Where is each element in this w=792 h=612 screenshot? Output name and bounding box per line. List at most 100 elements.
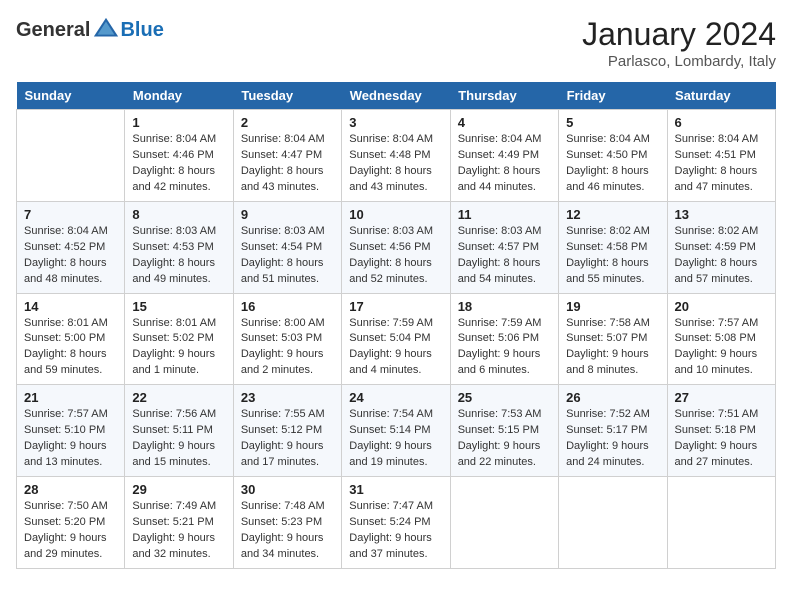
logo-blue: Blue xyxy=(120,19,163,41)
calendar-cell xyxy=(667,477,775,569)
calendar-cell: 4 Sunrise: 8:04 AMSunset: 4:49 PMDaylight… xyxy=(450,110,558,202)
day-detail: Sunrise: 8:04 AMSunset: 4:50 PMDaylight:… xyxy=(566,132,659,196)
day-detail: Sunrise: 7:55 AMSunset: 5:12 PMDaylight:… xyxy=(241,407,334,471)
day-number: 5 xyxy=(566,115,659,130)
calendar-cell: 8 Sunrise: 8:03 AMSunset: 4:53 PMDaylight… xyxy=(125,201,233,293)
calendar-cell: 17 Sunrise: 7:59 AMSunset: 5:04 PMDayligh… xyxy=(342,293,450,385)
logo-icon xyxy=(92,16,120,44)
day-detail: Sunrise: 8:04 AMSunset: 4:48 PMDaylight:… xyxy=(349,132,442,196)
logo: General Blue xyxy=(16,16,164,44)
main-title: January 2024 xyxy=(582,16,776,53)
day-number: 30 xyxy=(241,482,334,497)
calendar-cell: 6 Sunrise: 8:04 AMSunset: 4:51 PMDaylight… xyxy=(667,110,775,202)
day-number: 10 xyxy=(349,207,442,222)
day-number: 4 xyxy=(458,115,551,130)
calendar-cell: 23Sunrise: 7:55 AMSunset: 5:12 PMDayligh… xyxy=(233,385,341,477)
week-row-2: 7 Sunrise: 8:04 AMSunset: 4:52 PMDaylight… xyxy=(17,201,776,293)
day-number: 9 xyxy=(241,207,334,222)
day-detail: Sunrise: 7:56 AMSunset: 5:11 PMDaylight:… xyxy=(132,407,225,471)
calendar-cell: 3 Sunrise: 8:04 AMSunset: 4:48 PMDaylight… xyxy=(342,110,450,202)
calendar-cell: 16Sunrise: 8:00 AMSunset: 5:03 PMDayligh… xyxy=(233,293,341,385)
day-number: 3 xyxy=(349,115,442,130)
day-detail: Sunrise: 7:59 AMSunset: 5:06 PMDaylight:… xyxy=(458,316,551,380)
weekday-header-wednesday: Wednesday xyxy=(342,82,450,110)
calendar-cell: 11 Sunrise: 8:03 AMSunset: 4:57 PMDayligh… xyxy=(450,201,558,293)
day-detail: Sunrise: 7:49 AMSunset: 5:21 PMDaylight:… xyxy=(132,499,225,563)
day-number: 6 xyxy=(675,115,768,130)
day-detail: Sunrise: 7:57 AMSunset: 5:08 PMDaylight:… xyxy=(675,316,768,380)
weekday-header-friday: Friday xyxy=(559,82,667,110)
day-detail: Sunrise: 8:02 AMSunset: 4:58 PMDaylight:… xyxy=(566,224,659,288)
day-detail: Sunrise: 7:48 AMSunset: 5:23 PMDaylight:… xyxy=(241,499,334,563)
day-detail: Sunrise: 7:52 AMSunset: 5:17 PMDaylight:… xyxy=(566,407,659,471)
day-detail: Sunrise: 7:47 AMSunset: 5:24 PMDaylight:… xyxy=(349,499,442,563)
calendar-cell: 18 Sunrise: 7:59 AMSunset: 5:06 PMDayligh… xyxy=(450,293,558,385)
day-detail: Sunrise: 7:50 AMSunset: 5:20 PMDaylight:… xyxy=(24,499,117,563)
calendar-cell: 9 Sunrise: 8:03 AMSunset: 4:54 PMDaylight… xyxy=(233,201,341,293)
calendar-cell: 20 Sunrise: 7:57 AMSunset: 5:08 PMDayligh… xyxy=(667,293,775,385)
day-number: 8 xyxy=(132,207,225,222)
day-detail: Sunrise: 8:01 AMSunset: 5:00 PMDaylight:… xyxy=(24,316,117,380)
day-number: 15 xyxy=(132,299,225,314)
subtitle: Parlasco, Lombardy, Italy xyxy=(582,53,776,70)
calendar-cell: 29 Sunrise: 7:49 AMSunset: 5:21 PMDayligh… xyxy=(125,477,233,569)
day-detail: Sunrise: 8:03 AMSunset: 4:57 PMDaylight:… xyxy=(458,224,551,288)
week-row-5: 28 Sunrise: 7:50 AMSunset: 5:20 PMDayligh… xyxy=(17,477,776,569)
day-detail: Sunrise: 8:03 AMSunset: 4:54 PMDaylight:… xyxy=(241,224,334,288)
header: General Blue January 2024 Parlasco, Lomb… xyxy=(16,16,776,70)
day-detail: Sunrise: 8:01 AMSunset: 5:02 PMDaylight:… xyxy=(132,316,225,380)
day-number: 13 xyxy=(675,207,768,222)
weekday-header-monday: Monday xyxy=(125,82,233,110)
day-number: 12 xyxy=(566,207,659,222)
calendar-cell xyxy=(559,477,667,569)
weekday-header-saturday: Saturday xyxy=(667,82,775,110)
day-number: 26 xyxy=(566,390,659,405)
day-detail: Sunrise: 7:57 AMSunset: 5:10 PMDaylight:… xyxy=(24,407,117,471)
calendar-cell xyxy=(17,110,125,202)
day-number: 22 xyxy=(132,390,225,405)
calendar-cell: 21 Sunrise: 7:57 AMSunset: 5:10 PMDayligh… xyxy=(17,385,125,477)
calendar-cell: 31 Sunrise: 7:47 AMSunset: 5:24 PMDayligh… xyxy=(342,477,450,569)
day-number: 24 xyxy=(349,390,442,405)
calendar-cell: 15 Sunrise: 8:01 AMSunset: 5:02 PMDayligh… xyxy=(125,293,233,385)
week-row-3: 14Sunrise: 8:01 AMSunset: 5:00 PMDayligh… xyxy=(17,293,776,385)
day-detail: Sunrise: 8:03 AMSunset: 4:56 PMDaylight:… xyxy=(349,224,442,288)
calendar-cell: 28 Sunrise: 7:50 AMSunset: 5:20 PMDayligh… xyxy=(17,477,125,569)
day-number: 17 xyxy=(349,299,442,314)
calendar-cell xyxy=(450,477,558,569)
day-number: 19 xyxy=(566,299,659,314)
day-number: 29 xyxy=(132,482,225,497)
day-number: 28 xyxy=(24,482,117,497)
day-detail: Sunrise: 8:04 AMSunset: 4:51 PMDaylight:… xyxy=(675,132,768,196)
day-detail: Sunrise: 8:02 AMSunset: 4:59 PMDaylight:… xyxy=(675,224,768,288)
weekday-header-row: SundayMondayTuesdayWednesdayThursdayFrid… xyxy=(17,82,776,110)
day-number: 7 xyxy=(24,207,117,222)
day-number: 11 xyxy=(458,207,551,222)
day-number: 27 xyxy=(675,390,768,405)
calendar-cell: 22 Sunrise: 7:56 AMSunset: 5:11 PMDayligh… xyxy=(125,385,233,477)
calendar-cell: 25Sunrise: 7:53 AMSunset: 5:15 PMDayligh… xyxy=(450,385,558,477)
calendar-cell: 19 Sunrise: 7:58 AMSunset: 5:07 PMDayligh… xyxy=(559,293,667,385)
calendar-cell: 30 Sunrise: 7:48 AMSunset: 5:23 PMDayligh… xyxy=(233,477,341,569)
day-detail: Sunrise: 7:51 AMSunset: 5:18 PMDaylight:… xyxy=(675,407,768,471)
day-detail: Sunrise: 8:04 AMSunset: 4:49 PMDaylight:… xyxy=(458,132,551,196)
day-detail: Sunrise: 7:59 AMSunset: 5:04 PMDaylight:… xyxy=(349,316,442,380)
calendar-cell: 2 Sunrise: 8:04 AMSunset: 4:47 PMDaylight… xyxy=(233,110,341,202)
day-detail: Sunrise: 8:03 AMSunset: 4:53 PMDaylight:… xyxy=(132,224,225,288)
day-number: 16 xyxy=(241,299,334,314)
day-number: 2 xyxy=(241,115,334,130)
day-number: 18 xyxy=(458,299,551,314)
title-area: January 2024 Parlasco, Lombardy, Italy xyxy=(582,16,776,70)
day-detail: Sunrise: 8:04 AMSunset: 4:46 PMDaylight:… xyxy=(132,132,225,196)
day-detail: Sunrise: 8:04 AMSunset: 4:47 PMDaylight:… xyxy=(241,132,334,196)
day-detail: Sunrise: 8:04 AMSunset: 4:52 PMDaylight:… xyxy=(24,224,117,288)
day-detail: Sunrise: 7:54 AMSunset: 5:14 PMDaylight:… xyxy=(349,407,442,471)
calendar-cell: 10 Sunrise: 8:03 AMSunset: 4:56 PMDayligh… xyxy=(342,201,450,293)
day-number: 21 xyxy=(24,390,117,405)
day-number: 20 xyxy=(675,299,768,314)
day-detail: Sunrise: 7:58 AMSunset: 5:07 PMDaylight:… xyxy=(566,316,659,380)
day-detail: Sunrise: 7:53 AMSunset: 5:15 PMDaylight:… xyxy=(458,407,551,471)
calendar-cell: 14Sunrise: 8:01 AMSunset: 5:00 PMDayligh… xyxy=(17,293,125,385)
day-number: 31 xyxy=(349,482,442,497)
day-number: 1 xyxy=(132,115,225,130)
